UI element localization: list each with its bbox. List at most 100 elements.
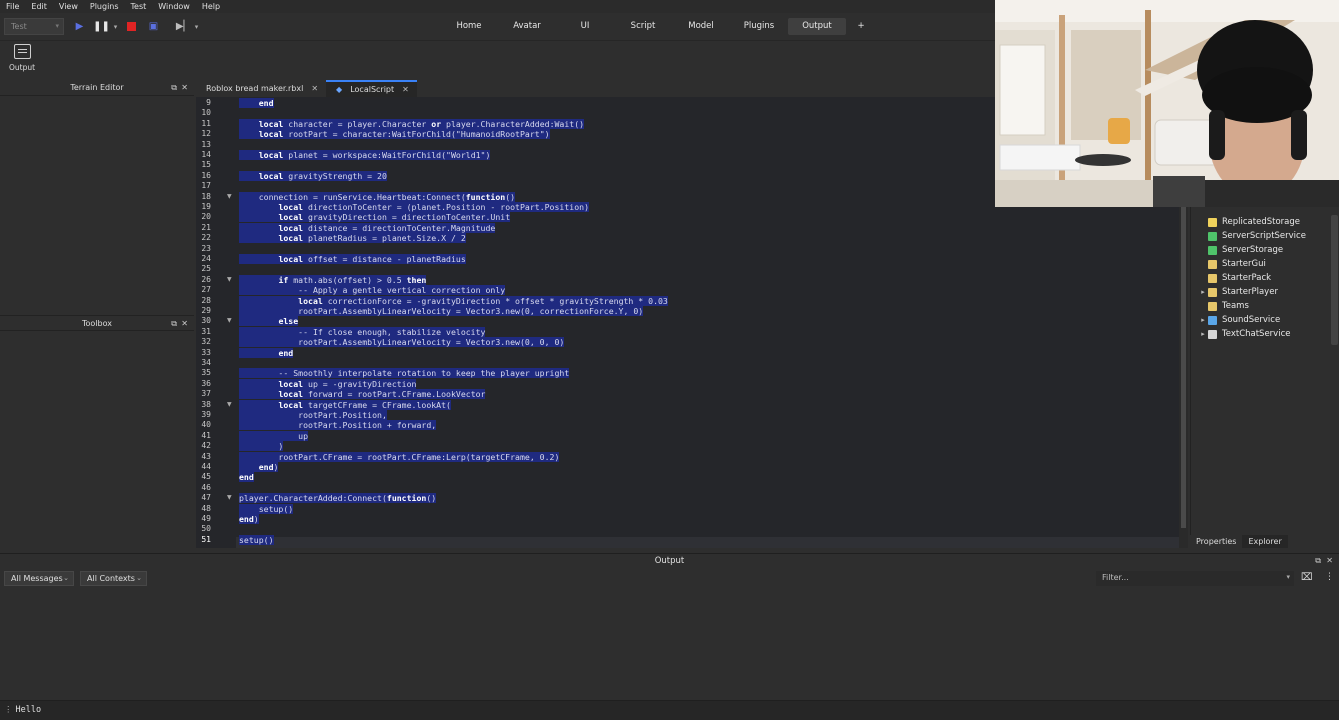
- expand-arrow-icon[interactable]: ▸: [1198, 288, 1208, 296]
- line-number: 51: [201, 534, 211, 544]
- code-line: local planet = workspace:WaitForChild("W…: [239, 150, 491, 160]
- undock-icon[interactable]: ⧉: [171, 316, 177, 332]
- tab-model[interactable]: Model: [672, 18, 730, 35]
- code-line: local character = player.Character or pl…: [239, 118, 585, 129]
- fold-arrow-icon[interactable]: ▼: [227, 193, 232, 200]
- output-filter-input[interactable]: Filter... ▾: [1096, 571, 1294, 586]
- explorer-item-label: StarterPack: [1222, 273, 1272, 283]
- line-number: 23: [201, 243, 211, 253]
- line-number: 14: [201, 150, 211, 159]
- document-tab[interactable]: ◆ LocalScript ✕: [326, 80, 417, 97]
- command-bar[interactable]: ⋮ Hello: [0, 700, 1339, 720]
- code-line: else: [239, 316, 299, 327]
- undock-icon[interactable]: ⧉: [171, 80, 177, 96]
- close-icon[interactable]: ✕: [311, 80, 318, 97]
- tab-ui[interactable]: UI: [556, 18, 614, 35]
- clear-output-icon[interactable]: ⌧: [1301, 572, 1313, 583]
- test-mode-select[interactable]: Test ▾: [4, 18, 64, 35]
- code-line-text: setup(): [239, 534, 274, 545]
- code-line-text: up: [239, 430, 309, 441]
- play-icon[interactable]: ▶: [74, 21, 85, 32]
- explorer-item-serverstorage[interactable]: ServerStorage: [1198, 243, 1283, 257]
- menu-item-edit[interactable]: Edit: [25, 2, 53, 11]
- output-ribbon-label: Output: [8, 63, 36, 72]
- explorer-item-serverscriptservice[interactable]: ServerScriptService: [1198, 229, 1306, 243]
- code-line-text: rootPart.AssemblyLinearVelocity = Vector…: [239, 306, 644, 316]
- fold-arrow-icon[interactable]: ▼: [227, 276, 232, 283]
- code-line-text: rootPart.Position + forward,: [239, 420, 437, 431]
- menu-item-view[interactable]: View: [53, 2, 84, 11]
- add-tab-button[interactable]: +: [846, 18, 876, 35]
- line-number: 50: [201, 524, 211, 534]
- line-number: 36: [201, 378, 211, 388]
- document-tab-label: LocalScript: [350, 85, 395, 94]
- tab-home[interactable]: Home: [440, 18, 498, 35]
- message-type-dropdown[interactable]: All Messages ⌄: [4, 571, 74, 586]
- line-number: 11: [201, 118, 211, 128]
- line-number: 33: [201, 347, 211, 357]
- line-number: 47: [201, 493, 211, 503]
- explorer-item-starterplayer[interactable]: ▸ StarterPlayer: [1198, 285, 1278, 299]
- tab-script[interactable]: Script: [614, 18, 672, 35]
- code-line: -- Apply a gentle vertical correction on…: [239, 285, 506, 296]
- code-line: end: [239, 98, 274, 108]
- explorer-item-replicatedstorage[interactable]: ReplicatedStorage: [1198, 215, 1300, 229]
- code-line: local forward = rootPart.CFrame.LookVect…: [239, 389, 486, 400]
- line-number: 44: [201, 462, 211, 471]
- code-line-text: if math.abs(offset) > 0.5 then: [239, 274, 427, 285]
- expand-arrow-icon[interactable]: ▸: [1198, 330, 1208, 338]
- tab-avatar[interactable]: Avatar: [498, 18, 556, 35]
- code-line: end: [239, 347, 294, 358]
- close-icon[interactable]: ✕: [402, 82, 409, 97]
- code-line: rootPart.AssemblyLinearVelocity = Vector…: [239, 306, 644, 316]
- code-line-text: end: [239, 347, 294, 358]
- explorer-item-textchatservice[interactable]: ▸ TextChatService: [1198, 327, 1290, 341]
- code-line: -- Smoothly interpolate rotation to keep…: [239, 368, 570, 379]
- output-ribbon-button[interactable]: Output: [8, 44, 36, 80]
- menu-item-plugins[interactable]: Plugins: [84, 2, 125, 11]
- document-tab[interactable]: Roblox bread maker.rbxl ✕: [196, 80, 326, 97]
- tab-explorer[interactable]: Explorer: [1242, 535, 1288, 548]
- command-input-text[interactable]: Hello: [16, 705, 42, 715]
- explorer-scrollbar[interactable]: [1331, 215, 1338, 345]
- more-options-icon[interactable]: ⋮: [1325, 572, 1334, 582]
- code-line: up: [239, 430, 309, 441]
- menu-item-help[interactable]: Help: [196, 2, 226, 11]
- line-number: 10: [201, 108, 211, 118]
- explorer-item-teams[interactable]: Teams: [1198, 299, 1249, 313]
- tab-plugins[interactable]: Plugins: [730, 18, 788, 35]
- expand-arrow-icon[interactable]: ▸: [1198, 316, 1208, 324]
- code-line-text: local planet = workspace:WaitForChild("W…: [239, 150, 491, 160]
- menu-item-file[interactable]: File: [0, 2, 25, 11]
- explorer-item-soundservice[interactable]: ▸ SoundService: [1198, 313, 1280, 327]
- code-line-text: ): [239, 441, 284, 452]
- step-forward-icon[interactable]: ▶▏: [176, 21, 191, 32]
- chevron-down-icon[interactable]: ▾: [110, 21, 121, 32]
- fold-arrow-icon[interactable]: ▼: [227, 317, 232, 324]
- pause-icon[interactable]: ❚❚: [93, 21, 110, 32]
- tab-output[interactable]: Output: [788, 18, 846, 35]
- menu-item-test[interactable]: Test: [125, 2, 153, 11]
- close-icon[interactable]: ✕: [181, 80, 188, 96]
- code-line: end: [239, 472, 254, 483]
- step-icon[interactable]: ▣: [148, 21, 159, 32]
- explorer-item-starterpack[interactable]: StarterPack: [1198, 271, 1271, 285]
- code-line-text: local forward = rootPart.CFrame.LookVect…: [239, 389, 486, 400]
- service-icon: [1208, 259, 1217, 269]
- chevron-down-icon[interactable]: ▾: [191, 21, 202, 32]
- stop-icon[interactable]: [126, 21, 137, 32]
- tab-properties[interactable]: Properties: [1190, 535, 1242, 548]
- undock-icon[interactable]: ⧉: [1315, 554, 1321, 568]
- chevron-down-icon: ⌄: [136, 574, 142, 582]
- close-icon[interactable]: ✕: [1326, 554, 1333, 568]
- fold-arrow-icon[interactable]: ▼: [227, 401, 232, 408]
- line-number: 39: [201, 410, 211, 419]
- explorer-item-startergui[interactable]: StarterGui: [1198, 257, 1266, 271]
- context-dropdown[interactable]: All Contexts ⌄: [80, 571, 147, 586]
- line-number: 43: [201, 451, 211, 461]
- menu-item-window[interactable]: Window: [152, 2, 196, 11]
- fold-arrow-icon[interactable]: ▼: [227, 494, 232, 501]
- code-line: local correctionForce = -gravityDirectio…: [239, 295, 668, 306]
- chevron-down-icon: ▾: [55, 22, 59, 30]
- close-icon[interactable]: ✕: [181, 316, 188, 332]
